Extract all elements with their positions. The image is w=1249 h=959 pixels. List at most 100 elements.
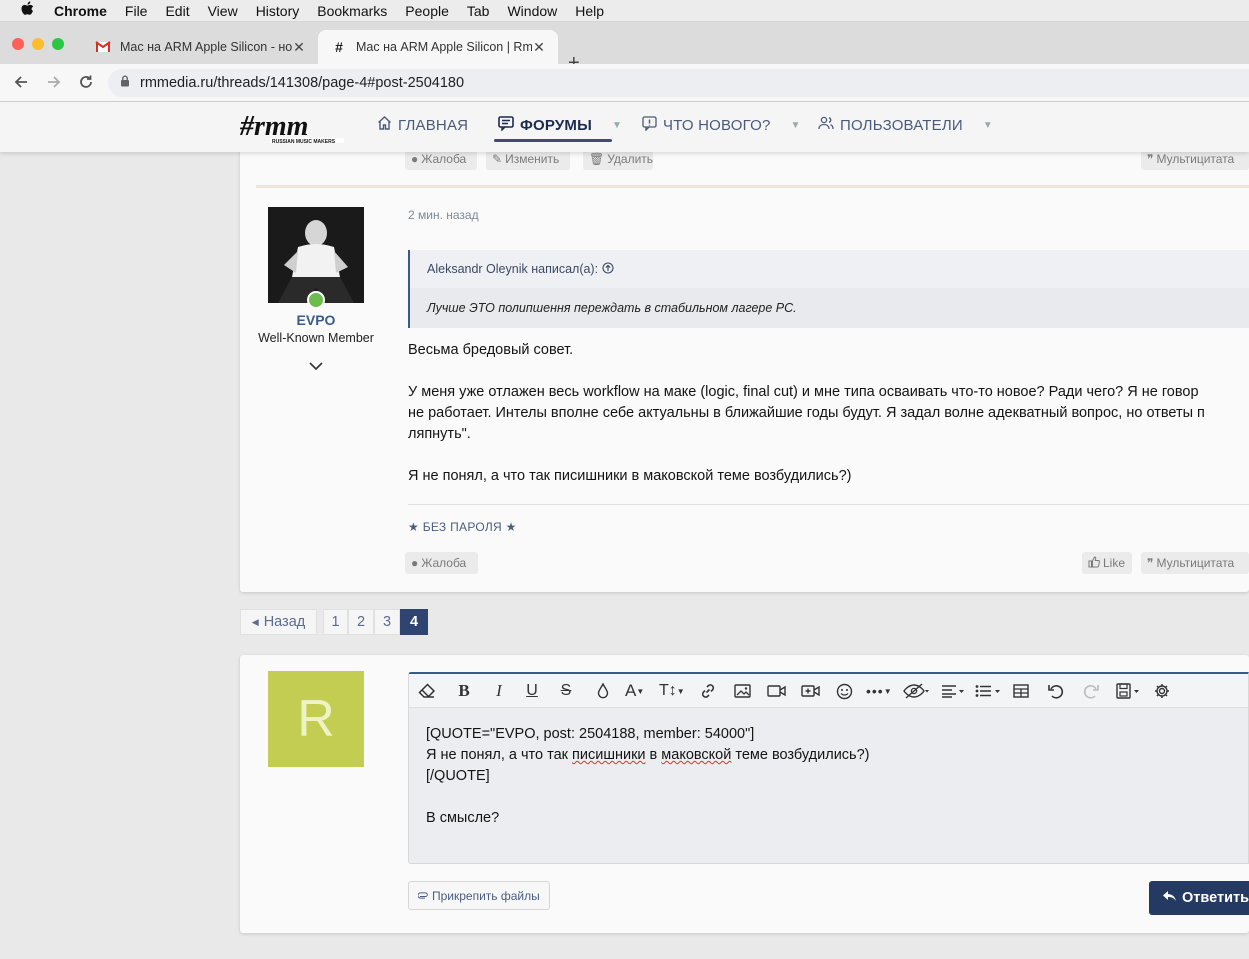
menu-help[interactable]: Help [575,3,604,19]
menu-history[interactable]: History [256,3,300,19]
eraser-icon[interactable] [418,680,436,702]
editor-text: в [645,747,662,763]
tab-gmail[interactable]: Mac на ARM Apple Silicon - но ✕ [82,30,318,64]
save-draft-icon[interactable] [1116,680,1142,702]
misspelled-word[interactable]: маковской [661,747,731,763]
menu-view[interactable]: View [208,3,238,19]
report-button[interactable]: ● Жалоба [405,552,478,574]
home-icon [377,116,392,134]
post-paragraph: Я не понял, а что так писишники в маковс… [408,468,852,484]
bold-icon[interactable]: B [455,680,473,702]
attach-label: Прикрепить файлы [432,888,540,903]
svg-text:RUSSIAN MUSIC MAKERS: RUSSIAN MUSIC MAKERS [272,139,336,145]
gmail-icon [94,41,112,53]
post-paragraph: У меня уже отлажен весь workflow на маке… [408,384,1199,400]
link-icon[interactable] [699,680,717,702]
strikethrough-icon[interactable]: S [557,680,575,702]
image-icon[interactable] [733,680,751,702]
menu-window[interactable]: Window [507,3,557,19]
list-icon[interactable] [975,680,1003,702]
menu-app-name[interactable]: Chrome [54,3,107,19]
page-link-current[interactable]: 4 [400,609,428,635]
menu-people[interactable]: People [405,3,449,19]
tab-title: Mac на ARM Apple Silicon - но [120,40,292,54]
post-paragraph: не работает. Интелы вполне себе актуальн… [408,405,1205,421]
lock-icon[interactable] [120,75,130,91]
hide-content-icon[interactable] [903,680,929,702]
chevron-down-icon[interactable] [306,358,326,376]
quote-header[interactable]: Aleksandr Oleynik написал(а): [427,262,614,276]
reply-arrow-icon [1163,890,1176,906]
nav-forums[interactable]: ФОРУМЫ ▼ [498,116,622,135]
media-icon[interactable] [801,680,821,702]
more-options-icon[interactable]: ••• ▼ [866,680,893,702]
paperclip-icon [417,889,428,903]
post-card [240,130,1249,592]
underline-icon[interactable]: U [523,680,541,702]
text-color-icon[interactable] [594,680,612,702]
misspelled-word[interactable]: писишники [572,747,645,763]
signature-divider [408,504,1249,505]
reload-icon[interactable] [74,70,98,94]
minimize-window-button[interactable] [32,38,44,50]
chevron-down-icon[interactable]: ▼ [612,120,622,131]
close-window-button[interactable] [12,38,24,50]
pencil-icon: ✎ [492,152,503,166]
quote-icon: ❞ [1147,556,1154,570]
username[interactable]: EVPO [240,312,392,328]
post-time[interactable]: 2 мин. назад [408,208,479,222]
prev-label: Назад [263,614,306,630]
table-icon[interactable] [1012,680,1030,702]
avatar[interactable]: R [268,671,364,767]
close-tab-icon[interactable]: ✕ [532,39,546,56]
italic-icon[interactable]: I [490,680,508,702]
editor-line: В смысле? [426,810,500,826]
nav-whats-new-label: ЧТО НОВОГО? [663,117,771,134]
multiquote-button[interactable]: ❞ Мультицитата [1141,552,1249,574]
menu-tab[interactable]: Tab [467,3,490,19]
font-size-icon[interactable]: T↕ ▼ [659,680,685,702]
page-link[interactable]: 1 [323,609,348,635]
emoji-icon[interactable] [835,680,853,702]
page-link[interactable]: 3 [374,609,400,635]
redo-icon[interactable] [1082,680,1100,702]
pagination-prev[interactable]: ◀ Назад [240,609,317,635]
attach-files-button[interactable]: Прикрепить файлы [408,881,550,910]
chevron-down-icon[interactable]: ▼ [983,120,993,131]
menu-file[interactable]: File [125,3,148,19]
forward-icon[interactable] [42,70,66,94]
arrow-up-circle-icon[interactable] [602,262,614,276]
back-icon[interactable] [9,70,33,94]
undo-icon[interactable] [1047,680,1065,702]
tab-title: Mac на ARM Apple Silicon | Rm [356,40,532,54]
address-bar[interactable]: rmmedia.ru/threads/141308/page-4#post-25… [108,69,1249,97]
report-label: Жалоба [421,556,467,570]
nav-forums-label: ФОРУМЫ [520,117,592,134]
rmm-logo[interactable]: #rmm RUSSIAN MUSIC MAKERS [238,108,348,146]
avatar[interactable] [268,207,364,303]
close-tab-icon[interactable]: ✕ [292,39,306,56]
apple-icon[interactable] [20,0,40,21]
url-text: rmmedia.ru/threads/141308/page-4#post-25… [140,75,465,91]
menu-bookmarks[interactable]: Bookmarks [317,3,387,19]
gear-icon[interactable] [1153,680,1171,702]
tab-rmmedia[interactable]: # Mac на ARM Apple Silicon | Rm ✕ [318,30,558,64]
font-family-icon[interactable]: A ▼ [625,680,644,702]
chevron-down-icon[interactable]: ▼ [791,120,801,131]
nav-whats-new[interactable]: ЧТО НОВОГО? ▼ [642,116,801,135]
active-nav-indicator [494,139,612,142]
align-icon[interactable] [941,680,967,702]
nav-home[interactable]: ГЛАВНАЯ [377,116,468,134]
caret-left-icon: ◀ [251,616,259,627]
video-icon[interactable] [767,680,787,702]
nav-members-label: ПОЛЬЗОВАТЕЛИ [840,116,963,134]
like-button[interactable]: Like [1082,552,1132,574]
zoom-window-button[interactable] [52,38,64,50]
submit-label: Ответить [1182,890,1249,906]
nav-members[interactable]: ПОЛЬЗОВАТЕЛИ ▼ [818,116,993,134]
reply-submit-button[interactable]: Ответить [1149,881,1249,915]
menu-edit[interactable]: Edit [165,3,189,19]
reply-editor[interactable]: B I U S A ▼ T↕ ▼ ••• ▼ [QUOTE="EVPO, pos… [408,672,1249,864]
page-link[interactable]: 2 [348,609,374,635]
post-divider [256,185,1249,188]
